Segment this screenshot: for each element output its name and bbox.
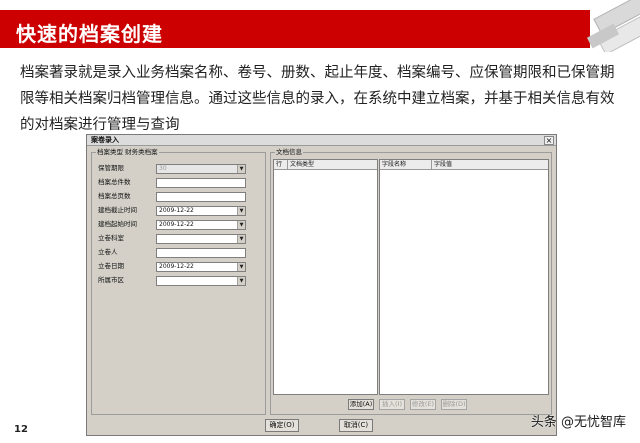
- dropdown-arrow-icon[interactable]: ▼: [237, 207, 245, 215]
- field-label-start-date: 建档起始时间: [98, 220, 137, 228]
- slide-title-bar: 快速的档案创建: [0, 10, 590, 48]
- total-pages-input[interactable]: [156, 192, 246, 202]
- district-select[interactable]: ▼: [156, 276, 246, 286]
- dialog-title: 案卷录入: [91, 136, 119, 144]
- column-header-field-name[interactable]: 字段名称: [380, 160, 432, 169]
- retention-period-select[interactable]: 30 ▼: [156, 164, 246, 174]
- filer-input[interactable]: [156, 248, 246, 258]
- intro-paragraph: 档案著录就是录入业务档案名称、卷号、册数、起止年度、档案编号、应保管期限和已保管…: [20, 65, 615, 133]
- dropdown-arrow-icon[interactable]: ▼: [237, 235, 245, 243]
- confirm-button[interactable]: 确定(O): [265, 419, 299, 432]
- field-label-retention: 保管期限: [98, 164, 124, 172]
- column-header-field-value[interactable]: 字段值: [432, 160, 548, 169]
- dropdown-arrow-icon[interactable]: ▼: [237, 277, 245, 285]
- document-type-grid[interactable]: 行 文档类型: [273, 159, 378, 395]
- column-header-row[interactable]: 行: [274, 160, 288, 169]
- dropdown-arrow-icon[interactable]: ▼: [237, 165, 245, 173]
- end-date-select[interactable]: 2009-12-22 ▼: [156, 206, 246, 216]
- dialog-titlebar[interactable]: 案卷录入 ×: [87, 135, 556, 146]
- field-label-total-items: 档案总件数: [98, 178, 131, 186]
- field-label-total-pages: 档案总页数: [98, 192, 131, 200]
- edit-button[interactable]: 修改(E): [410, 399, 436, 410]
- insert-button[interactable]: 插入(I): [379, 399, 405, 410]
- add-button[interactable]: 添加(A): [348, 399, 374, 410]
- column-header-doc-type[interactable]: 文档类型: [288, 160, 378, 169]
- field-label-department: 立卷科室: [98, 234, 124, 242]
- dropdown-arrow-icon[interactable]: ▼: [237, 263, 245, 271]
- corner-keyboard-decoration: [582, 0, 640, 52]
- cancel-button[interactable]: 取消(C): [339, 419, 373, 432]
- archive-entry-dialog: 案卷录入 × 档案类型 财务类档案 保管期限 30 ▼ 档案总件数 档案总页数 …: [86, 134, 557, 436]
- dropdown-arrow-icon[interactable]: ▼: [237, 221, 245, 229]
- archive-info-group: 档案类型 财务类档案 保管期限 30 ▼ 档案总件数 档案总页数 建档截止时间 …: [91, 148, 266, 415]
- field-label-district: 所属市区: [98, 276, 124, 284]
- start-date-select[interactable]: 2009-12-22 ▼: [156, 220, 246, 230]
- document-info-label: 文档信息: [275, 148, 303, 157]
- page-number: 12: [14, 424, 28, 435]
- file-date-select[interactable]: 2009-12-22 ▼: [156, 262, 246, 272]
- field-value: 2009-12-22: [159, 263, 194, 270]
- grid-header: 行 文档类型: [274, 160, 377, 170]
- archive-type-label: 档案类型 财务类档案: [96, 148, 159, 157]
- field-value: 30: [159, 165, 167, 172]
- slide-title: 快速的档案创建: [16, 22, 163, 46]
- total-items-input[interactable]: [156, 178, 246, 188]
- document-info-group: 文档信息 行 文档类型 字段名称 字段值 添加(A) 插入(I) 修改(E) 删…: [270, 148, 552, 415]
- field-value: 2009-12-22: [159, 207, 194, 214]
- field-value: 2009-12-22: [159, 221, 194, 228]
- field-label-end-date: 建档截止时间: [98, 206, 137, 214]
- field-label-filer: 立卷人: [98, 248, 118, 256]
- close-icon[interactable]: ×: [544, 136, 554, 145]
- delete-button[interactable]: 删除(D): [441, 399, 467, 410]
- watermark-text: 头条 @无忧智库: [530, 415, 626, 430]
- field-value-grid[interactable]: 字段名称 字段值: [379, 159, 549, 395]
- grid-header: 字段名称 字段值: [380, 160, 548, 170]
- field-label-file-date: 立卷日期: [98, 262, 124, 270]
- department-select[interactable]: ▼: [156, 234, 246, 244]
